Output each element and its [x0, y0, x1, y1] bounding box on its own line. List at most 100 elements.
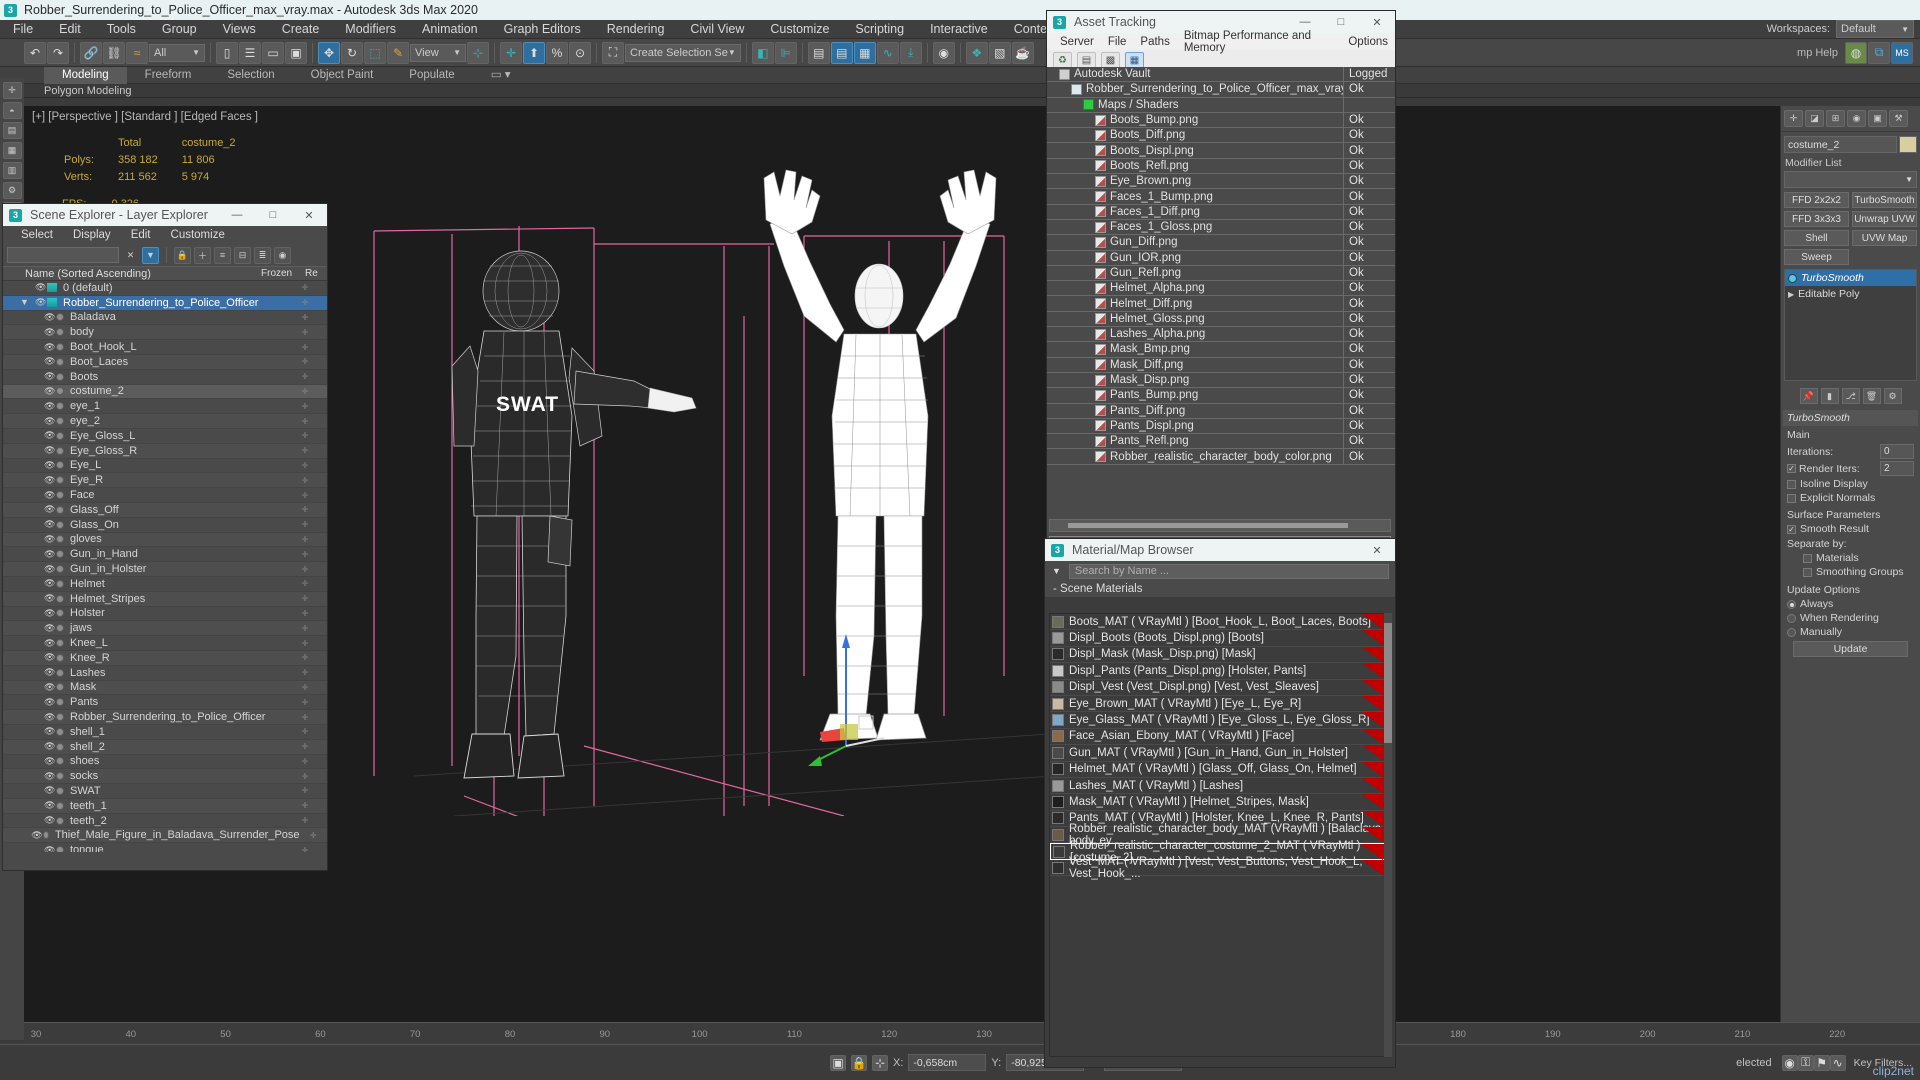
globe-icon[interactable]: ◍ [1845, 41, 1867, 64]
asset-row[interactable]: Boots_Diff.png Ok [1047, 128, 1395, 144]
frozen-toggle-icon[interactable]: ✛ [283, 727, 327, 736]
visibility-eye-icon[interactable]: 👁 [44, 490, 55, 500]
scene-explorer-row[interactable]: 👁 jaws ✛ [3, 621, 327, 637]
visibility-eye-icon[interactable]: 👁 [44, 401, 55, 411]
update-mode-radio-group[interactable]: Always When Rendering Manually [1787, 598, 1914, 638]
toggle-scene-explorer-icon[interactable]: ▤ [807, 41, 830, 64]
frozen-toggle-icon[interactable]: ✛ [283, 772, 327, 781]
material-row[interactable]: Gun_MAT ( VRayMtl ) [Gun_in_Hand, Gun_in… [1050, 745, 1390, 762]
material-list-scrollbar[interactable] [1384, 613, 1392, 1057]
scene-explorer-row[interactable]: 👁 SWAT ✛ [3, 784, 327, 799]
modifier-button-unwrap-uvw[interactable]: Unwrap UVW [1852, 211, 1917, 227]
make-unique-icon[interactable]: ⎇ [1841, 388, 1860, 404]
create-tab-icon[interactable]: ✛ [1784, 110, 1803, 127]
ribbon-tab-modeling[interactable]: Modeling [44, 66, 127, 84]
spinner-snap-icon[interactable]: ⊙ [569, 41, 591, 64]
frozen-toggle-icon[interactable]: ✛ [300, 831, 327, 840]
scene-explorer-close-button[interactable]: ✕ [291, 204, 327, 226]
frozen-toggle-icon[interactable]: ✛ [283, 757, 327, 766]
render-iters-spinner[interactable]: 2 [1880, 461, 1914, 476]
ms-megascans-icon[interactable]: MS [1891, 41, 1913, 64]
object-name-row[interactable]: costume_2 [1784, 136, 1917, 153]
select-and-scale-icon[interactable]: ⬚ [364, 41, 386, 64]
angle-snap-icon[interactable]: ⬆ [523, 41, 545, 64]
visibility-eye-icon[interactable]: 👁 [44, 712, 55, 722]
menu-item-animation[interactable]: Animation [409, 20, 491, 39]
unlink-icon[interactable]: ⛓ [103, 41, 125, 64]
select-link-icon[interactable]: 🔗 [80, 41, 102, 64]
pin-stack-icon[interactable]: 📌 [1799, 388, 1818, 404]
asset-row[interactable]: Faces_1_Diff.png Ok [1047, 204, 1395, 220]
scene-explorer-toolbar[interactable]: ✕ ▼ 🔒 ＋ ≡ ⊟ ≣ ◉ [3, 244, 327, 266]
scene-explorer-menu-select[interactable]: Select [11, 229, 63, 241]
utilities-tab-icon[interactable]: ⚒ [1889, 110, 1908, 127]
material-browser-close-button[interactable]: ✕ [1359, 539, 1395, 561]
rendered-frame-icon[interactable]: ▧ [988, 41, 1011, 64]
asset-row[interactable]: Gun_Diff.png Ok [1047, 235, 1395, 251]
material-row[interactable]: Eye_Brown_MAT ( VRayMtl ) [Eye_L, Eye_R] [1050, 695, 1390, 713]
asset-row[interactable]: Mask_Disp.png Ok [1047, 372, 1395, 389]
material-row[interactable]: Face_Asian_Ebony_MAT ( VRayMtl ) [Face] [1050, 728, 1390, 746]
update-button[interactable]: Update [1793, 641, 1908, 657]
asset-tracking-window[interactable]: 3 Asset Tracking — □ ✕ Server File Paths Bi… [1046, 10, 1396, 556]
scene-explorer-row[interactable]: 👁 Eye_R ✛ [3, 473, 327, 489]
visibility-eye-icon[interactable]: 👁 [44, 668, 55, 677]
visibility-eye-icon[interactable]: 👁 [44, 697, 55, 707]
filter-icon[interactable]: ▼ [142, 246, 159, 264]
asset-row[interactable]: Pants_Displ.png Ok [1047, 418, 1395, 435]
iterations-row[interactable]: Iterations: 0 [1787, 444, 1914, 459]
motion-tab-icon[interactable]: ◉ [1847, 110, 1866, 127]
menu-item-group[interactable]: Group [149, 20, 210, 39]
modifier-button-ffd-2x2x2[interactable]: FFD 2x2x2 [1784, 192, 1849, 208]
asset-row[interactable]: Helmet_Diff.png Ok [1047, 296, 1395, 312]
set-key-icon[interactable]: ⚿ [1797, 1054, 1814, 1071]
percent-snap-icon[interactable]: % [546, 41, 568, 64]
material-row[interactable]: Displ_Vest (Vest_Displ.png) [Vest, Vest_… [1050, 679, 1390, 696]
visibility-eye-icon[interactable]: 👁 [44, 608, 55, 618]
radio-icon[interactable] [1787, 613, 1796, 623]
frozen-toggle-icon[interactable]: ✛ [283, 801, 327, 810]
frozen-toggle-icon[interactable]: ✛ [283, 713, 327, 722]
frozen-toggle-icon[interactable]: ✛ [283, 579, 327, 588]
material-row[interactable]: Eye_Glass_MAT ( VRayMtl ) [Eye_Gloss_L, … [1050, 712, 1390, 729]
visibility-eye-icon[interactable]: 👁 [44, 564, 55, 574]
frozen-toggle-icon[interactable]: ✛ [283, 461, 327, 470]
scene-explorer-row[interactable]: 👁 Baladava ✛ [3, 311, 327, 326]
scene-explorer-menu-customize[interactable]: Customize [161, 229, 235, 241]
scene-explorer-minimize-button[interactable]: — [219, 204, 255, 226]
update-mode-always[interactable]: Always [1787, 598, 1914, 610]
material-row[interactable]: Lashes_MAT ( VRayMtl ) [Lashes] [1050, 777, 1390, 795]
frozen-toggle-icon[interactable]: ✛ [283, 343, 327, 352]
asset-row[interactable]: Pants_Bump.png Ok [1047, 388, 1395, 404]
name-column-header[interactable]: Name (Sorted Ascending) [3, 268, 261, 280]
material-row[interactable]: Mask_MAT ( VRayMtl ) [Helmet_Stripes, Ma… [1050, 794, 1390, 811]
scene-explorer-row[interactable]: 👁 socks ✛ [3, 769, 327, 785]
asset-row[interactable]: Mask_Bmp.png Ok [1047, 342, 1395, 358]
align-icon[interactable]: ⊫ [774, 41, 797, 64]
menu-item-file[interactable]: File [0, 20, 46, 39]
separate-smoothing-groups-checkbox[interactable] [1803, 567, 1812, 577]
modifier-button-shell[interactable]: Shell [1784, 230, 1849, 246]
asset-tracking-close-button[interactable]: ✕ [1359, 11, 1395, 33]
visibility-eye-icon[interactable]: 👁 [44, 653, 55, 662]
update-mode-when-rendering[interactable]: When Rendering [1787, 612, 1914, 624]
scene-materials-group-header[interactable]: - Scene Materials [1045, 581, 1395, 597]
scene-explorer-row[interactable]: 👁 Glass_On ✛ [3, 518, 327, 533]
frozen-toggle-icon[interactable]: ✛ [283, 505, 327, 514]
modifier-stack-buttons[interactable]: 📌 ▮ ⎇ 🗑 ⚙ [1781, 385, 1920, 407]
smooth-result-row[interactable]: ✓ Smooth Result [1787, 523, 1914, 535]
visibility-eye-icon[interactable]: 👁 [44, 742, 55, 751]
scene-explorer-row[interactable]: 👁 Eye_L ✛ [3, 459, 327, 474]
scene-explorer-menu-edit[interactable]: Edit [121, 229, 161, 241]
create-panel-icon[interactable]: ✛ [2, 82, 22, 99]
ribbon-options-icon[interactable]: ▭ ▾ [473, 67, 529, 84]
visibility-eye-icon[interactable]: 👁 [44, 431, 55, 440]
scene-explorer-row[interactable]: 👁 shell_2 ✛ [3, 739, 327, 755]
render-setup-icon[interactable]: ❖ [965, 41, 988, 64]
bind-space-warp-icon[interactable]: ≈ [126, 41, 148, 64]
asset-row[interactable]: Robber_realistic_character_body_color.pn… [1047, 449, 1395, 465]
scene-explorer-row[interactable]: 👁 Helmet ✛ [3, 577, 327, 592]
visibility-eye-icon[interactable]: 👁 [35, 283, 46, 292]
ribbon-tab-populate[interactable]: Populate [391, 67, 472, 84]
scene-explorer-row[interactable]: 👁 Lashes ✛ [3, 666, 327, 681]
